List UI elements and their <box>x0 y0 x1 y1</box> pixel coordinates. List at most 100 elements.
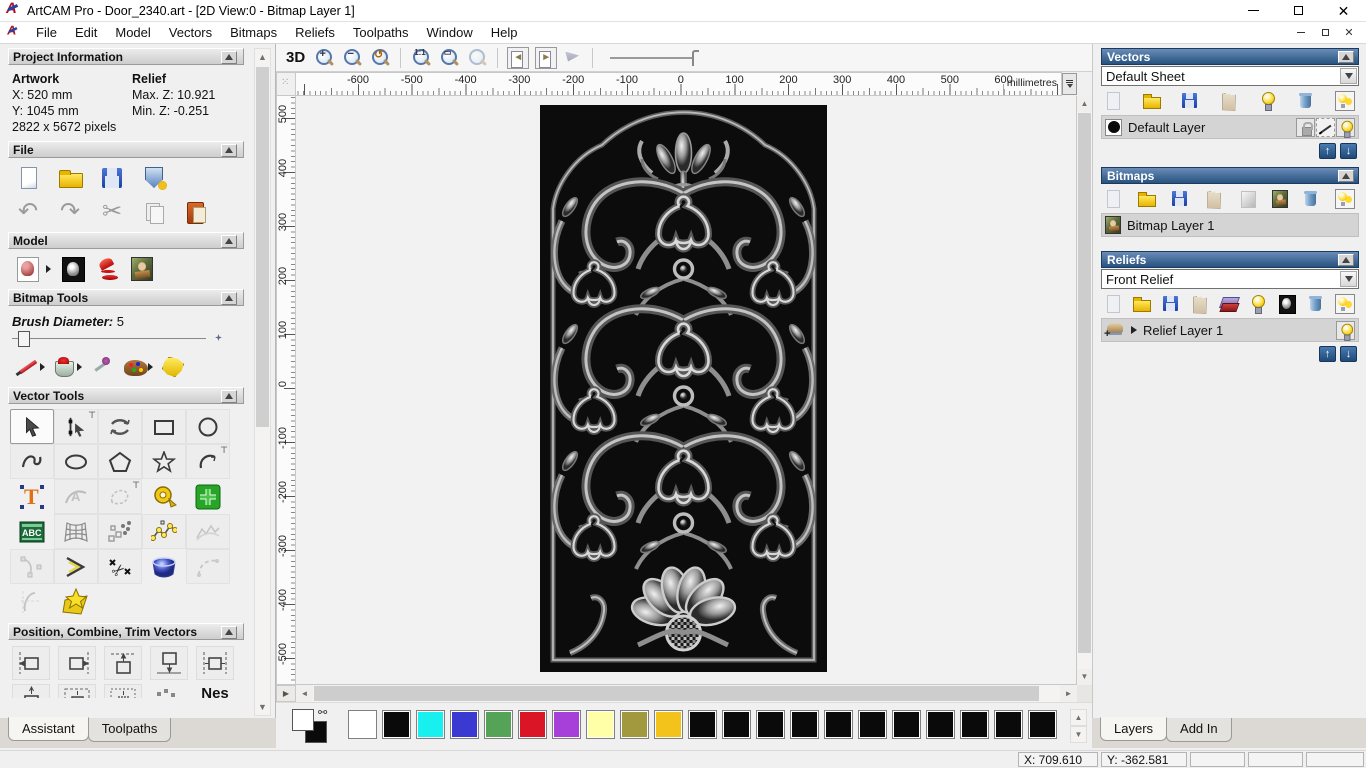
transform-vectors-tool[interactable] <box>98 409 142 444</box>
layer-visibility-button[interactable] <box>1336 118 1355 137</box>
interactive-distortion-tool[interactable] <box>142 549 186 584</box>
scrollbar-thumb[interactable] <box>256 67 269 427</box>
bitmap-fade-slider[interactable] <box>610 48 705 68</box>
create-rectangle-tool[interactable] <box>142 409 186 444</box>
scroll-up-button[interactable]: ▲ <box>255 49 270 65</box>
zoom-previous-icon[interactable]: ↺ <box>369 47 391 69</box>
move-layer-up-button[interactable]: ↑ <box>1319 346 1336 362</box>
paste-icon[interactable] <box>182 198 210 226</box>
minimize-button[interactable] <box>1231 0 1276 22</box>
align-top-tool[interactable] <box>104 646 142 680</box>
create-arc-tool[interactable]: ⊤ <box>186 444 230 479</box>
create-polygon-tool[interactable] <box>98 444 142 479</box>
merge-layers-icon[interactable] <box>1204 189 1224 209</box>
scroll-left-button[interactable]: ◄ <box>296 685 313 702</box>
colour-swatch[interactable] <box>484 710 513 739</box>
fit-curve-to-points-tool[interactable] <box>142 514 186 549</box>
lock-layer-button[interactable] <box>1296 118 1315 137</box>
collapse-button[interactable] <box>221 390 237 403</box>
pick-colour-icon[interactable] <box>88 353 116 381</box>
all-layers-visible-icon[interactable] <box>1335 91 1355 111</box>
new-layer-icon[interactable] <box>1103 91 1123 111</box>
canvas-vertical-scrollbar[interactable]: ▲ ▼ <box>1077 96 1092 685</box>
move-layer-down-button[interactable]: ↓ <box>1340 143 1357 159</box>
relief-stack-icon[interactable] <box>1219 294 1239 314</box>
fade-handle[interactable] <box>692 50 699 66</box>
expand-arrow-icon[interactable] <box>1131 326 1137 334</box>
zoom-1to1-icon[interactable]: 1:1 <box>410 47 432 69</box>
save-layer-icon[interactable] <box>1170 189 1190 209</box>
delete-layer-icon[interactable] <box>1306 294 1326 314</box>
mdi-minimize-button[interactable] <box>1294 27 1308 39</box>
move-layer-up-button[interactable]: ↑ <box>1319 143 1336 159</box>
fit-arcs-tool-disabled[interactable] <box>10 549 54 584</box>
cut-icon[interactable]: ✂ <box>98 198 126 226</box>
colour-swatch[interactable] <box>688 710 717 739</box>
primary-secondary-colours[interactable]: ⚯ <box>292 709 338 747</box>
create-polyline-tool[interactable] <box>10 444 54 479</box>
vector-sheet-select[interactable]: Default Sheet <box>1101 66 1359 86</box>
zoom-out-icon[interactable]: − <box>341 47 363 69</box>
menu-item[interactable]: File <box>27 23 66 42</box>
menu-item[interactable]: Reliefs <box>286 23 344 42</box>
toggle-visibility-icon[interactable] <box>1248 294 1268 314</box>
next-bitmap-layer-button[interactable]: ► <box>535 47 557 69</box>
spin-view-icon[interactable] <box>563 48 583 68</box>
dropdown-button[interactable] <box>1340 271 1357 287</box>
bitmap-to-vector-icon[interactable] <box>159 353 187 381</box>
menu-item[interactable]: Edit <box>66 23 106 42</box>
colour-swatch[interactable] <box>858 710 887 739</box>
centre-in-page-2-tool[interactable] <box>58 684 96 698</box>
scrollbar-thumb[interactable] <box>314 686 1039 701</box>
create-text-tool[interactable]: T <box>10 479 54 514</box>
merge-layers-icon[interactable] <box>1190 294 1210 314</box>
menu-item[interactable]: Window <box>418 23 482 42</box>
paste-text-block-tool[interactable]: ABC <box>10 514 54 549</box>
delete-layer-icon[interactable] <box>1296 91 1316 111</box>
create-ellipse-tool[interactable] <box>54 444 98 479</box>
align-bottom-tool[interactable] <box>150 646 188 680</box>
menu-item[interactable]: Bitmaps <box>221 23 286 42</box>
toggle-visibility-icon[interactable] <box>1258 91 1278 111</box>
dropdown-button[interactable] <box>1340 68 1357 84</box>
load-bitmap-icon[interactable] <box>131 257 153 281</box>
block-copy-tool[interactable] <box>150 684 188 698</box>
offset-vectors-tool[interactable] <box>54 549 98 584</box>
colour-swatch[interactable] <box>654 710 683 739</box>
ruler-corner-button[interactable]: ▶ <box>276 685 296 702</box>
primary-colour-swatch[interactable] <box>292 709 314 731</box>
move-layer-down-button[interactable]: ↓ <box>1340 346 1357 362</box>
scroll-down-button[interactable]: ▼ <box>1077 669 1092 685</box>
collapse-button[interactable] <box>1338 51 1354 63</box>
colour-swatch[interactable] <box>960 710 989 739</box>
restore-button[interactable] <box>1276 0 1321 22</box>
previous-bitmap-layer-button[interactable]: ◄ <box>507 47 529 69</box>
mdi-close-button[interactable]: ✕ <box>1342 27 1356 39</box>
invert-relief-icon[interactable] <box>59 255 87 283</box>
paste-along-curve-tool[interactable] <box>98 514 142 549</box>
colour-swatch[interactable] <box>552 710 581 739</box>
scroll-down-button[interactable]: ▼ <box>255 699 270 715</box>
all-layers-visible-icon[interactable] <box>1335 294 1355 314</box>
link-colours-icon[interactable]: ⚯ <box>318 706 327 719</box>
open-layer-icon[interactable] <box>1142 91 1162 111</box>
colour-swatch[interactable] <box>450 710 479 739</box>
copy-icon[interactable] <box>140 198 168 226</box>
node-editing-tool[interactable]: ⊤ <box>54 409 98 444</box>
collapse-button[interactable] <box>1338 254 1354 266</box>
colour-swatch[interactable] <box>722 710 751 739</box>
mdi-restore-button[interactable] <box>1318 27 1332 39</box>
undo-icon[interactable]: ↶ <box>14 198 42 226</box>
colour-swatch[interactable] <box>790 710 819 739</box>
snap-layer-button[interactable] <box>1316 118 1335 137</box>
edit-relief-icon[interactable] <box>14 255 42 283</box>
colour-swatch[interactable] <box>926 710 955 739</box>
save-model-icon[interactable] <box>98 164 126 192</box>
colour-swatch[interactable] <box>348 710 377 739</box>
menu-item[interactable]: Help <box>482 23 527 42</box>
canvas-horizontal-scrollbar[interactable]: ◄ ► <box>296 685 1077 702</box>
colour-swatch[interactable] <box>518 710 547 739</box>
flyout-arrow-icon[interactable] <box>46 265 51 273</box>
save-layer-icon[interactable] <box>1180 91 1200 111</box>
relief-preview-icon[interactable] <box>1277 294 1297 314</box>
